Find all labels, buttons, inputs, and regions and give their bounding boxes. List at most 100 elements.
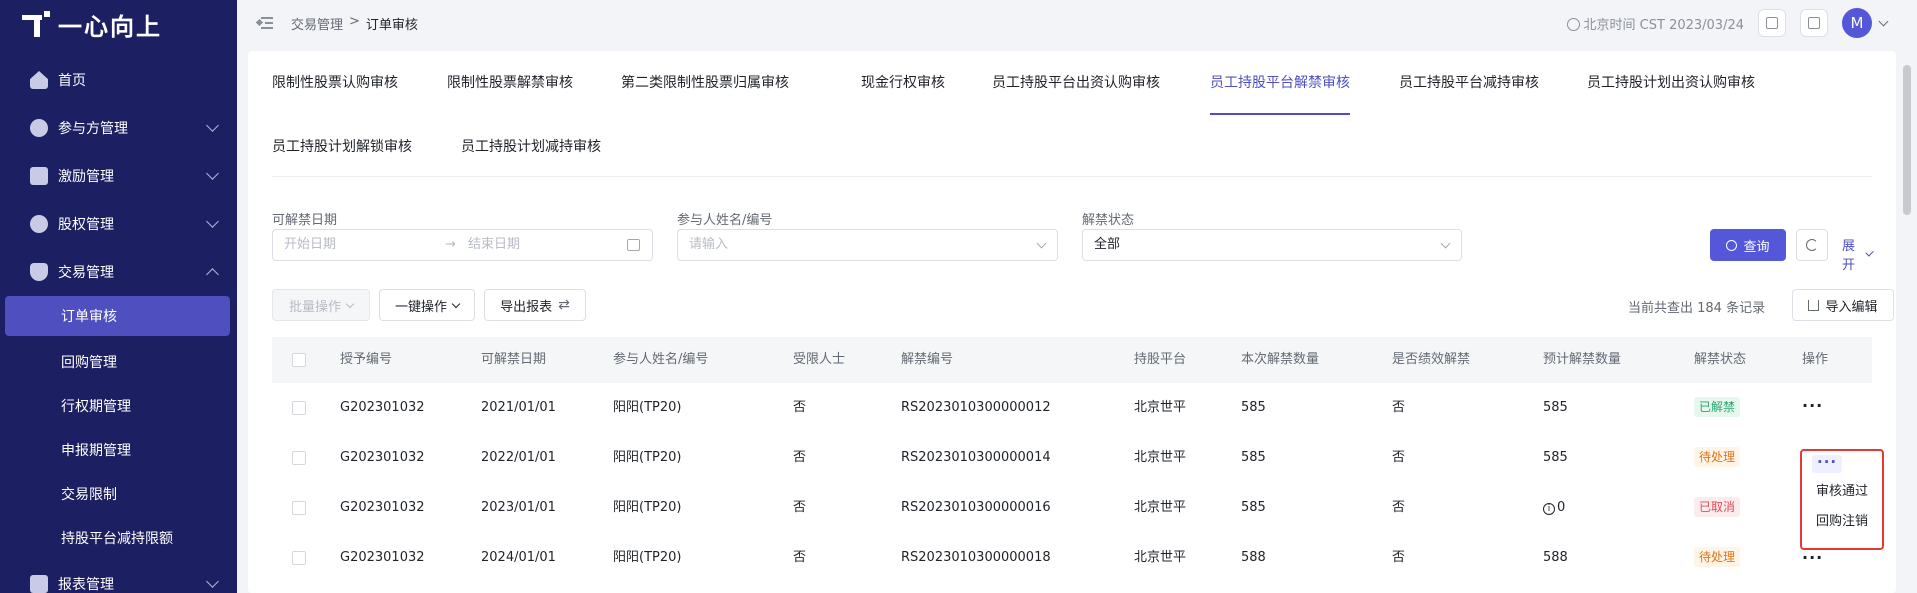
chevron-down-icon <box>345 299 355 308</box>
person-icon <box>30 119 48 137</box>
participant: 阳阳(TP20) <box>613 400 682 415</box>
batch-operation-button[interactable]: 批量操作 <box>272 289 370 321</box>
sidebar-item-equity[interactable]: 股权管理 <box>0 200 237 248</box>
tab-plan-subscription[interactable]: 员工持股计划出资认购审核 <box>1587 51 1755 115</box>
sidebar-nav: 首页 参与方管理 激励管理 股权管理 交易管理 订单审核 回购管理 行权期管理 … <box>0 56 237 593</box>
chevron-down-icon[interactable] <box>1878 16 1889 26</box>
performance-release: 否 <box>1392 500 1406 515</box>
select-all-checkbox[interactable] <box>292 353 306 367</box>
table-row[interactable]: G202301032 2021/01/01 阳阳(TP20) 否 RS20230… <box>272 383 1872 433</box>
more-actions-button-active[interactable]: ··· <box>1812 455 1843 473</box>
sidebar-item-participants[interactable]: 参与方管理 <box>0 104 237 152</box>
grant-no: G202301032 <box>340 550 425 565</box>
report-icon <box>30 575 48 593</box>
grant-no: G202301032 <box>340 400 425 415</box>
platform: 北京世平 <box>1134 550 1187 565</box>
tab-second-class-vesting[interactable]: 第二类限制性股票归属审核 <box>621 51 789 115</box>
sidebar-subitem-reduction-limits[interactable]: 持股平台减持限额 <box>0 516 237 560</box>
expand-label: 展开 <box>1842 239 1856 273</box>
clipboard-button[interactable] <box>1758 9 1786 37</box>
release-qty: 585 <box>1241 450 1266 465</box>
expand-button[interactable]: 展开 <box>1842 235 1874 273</box>
sidebar-subitem-declaration-period[interactable]: 申报期管理 <box>0 428 237 472</box>
shield-icon <box>30 263 48 281</box>
restricted: 否 <box>793 550 807 565</box>
release-no: RS2023010300000018 <box>901 550 1051 565</box>
sidebar-subitem-exercise-period[interactable]: 行权期管理 <box>0 384 237 428</box>
row-checkbox[interactable] <box>292 551 306 565</box>
one-click-operation-button[interactable]: 一键操作 <box>379 289 475 321</box>
row-checkbox[interactable] <box>292 501 306 515</box>
tab-platform-subscription[interactable]: 员工持股平台出资认购审核 <box>992 51 1160 115</box>
search-icon <box>1726 239 1738 251</box>
expected-qty: 585 <box>1543 450 1568 465</box>
expected-qty: 588 <box>1543 550 1568 565</box>
logo-icon <box>22 11 50 37</box>
table-row[interactable]: G202301032 2022/01/01 阳阳(TP20) 否 RS20230… <box>272 433 1872 483</box>
menu-item-approve[interactable]: 审核通过 <box>1804 477 1880 507</box>
reset-button[interactable] <box>1796 229 1828 261</box>
sidebar-item-label: 交易管理 <box>58 265 114 281</box>
sidebar-subitem-buyback[interactable]: 回购管理 <box>0 340 237 384</box>
sidebar-item-trading[interactable]: 交易管理 <box>0 248 237 296</box>
export-report-button[interactable]: 导出报表 ⇄ <box>484 289 586 321</box>
start-date-input[interactable]: 开始日期 <box>284 237 336 252</box>
collapse-sidebar-icon[interactable] <box>255 16 273 30</box>
row-checkbox[interactable] <box>292 401 306 415</box>
refresh-icon <box>1806 239 1818 251</box>
tab-platform-reduction[interactable]: 员工持股平台减持审核 <box>1399 51 1539 115</box>
sidebar-subitem-trade-limits[interactable]: 交易限制 <box>0 472 237 516</box>
query-button[interactable]: 查询 <box>1710 229 1786 261</box>
more-actions-button[interactable]: ··· <box>1802 383 1823 429</box>
avatar[interactable]: M <box>1842 8 1872 38</box>
sidebar-subitem-order-review[interactable]: 订单审核 <box>5 296 230 336</box>
batch-operation-label: 批量操作 <box>288 299 341 315</box>
top-header: 交易管理 > 订单审核 北京时间 CST 2023/03/24 M <box>237 0 1917 46</box>
record-count: 当前共查出 184 条记录 <box>1628 301 1766 316</box>
header-actions: 北京时间 CST 2023/03/24 M <box>1566 0 1889 46</box>
date-label: 可解禁日期 <box>272 213 338 228</box>
performance-release: 否 <box>1392 450 1406 465</box>
one-click-label: 一键操作 <box>394 299 447 315</box>
page-scrollbar[interactable] <box>1903 65 1911 215</box>
tab-restricted-release[interactable]: 限制性股票解禁审核 <box>447 51 573 115</box>
column-header: 本次解禁数量 <box>1241 352 1320 367</box>
participant: 阳阳(TP20) <box>613 550 682 565</box>
info-icon[interactable]: i <box>1543 503 1555 515</box>
row-checkbox[interactable] <box>292 451 306 465</box>
participant-label: 参与人姓名/编号 <box>677 213 773 228</box>
table-row[interactable]: G202301032 2024/01/01 阳阳(TP20) 否 RS20230… <box>272 533 1872 583</box>
date-range-picker[interactable]: 开始日期 → 结束日期 <box>272 229 653 261</box>
tab-plan-reduction[interactable]: 员工持股计划减持审核 <box>461 115 601 179</box>
query-label: 查询 <box>1743 239 1770 255</box>
import-edit-button[interactable]: 导入编辑 <box>1792 289 1894 321</box>
column-header: 持股平台 <box>1134 352 1187 367</box>
sidebar-item-home[interactable]: 首页 <box>0 56 237 104</box>
column-header: 参与人姓名/编号 <box>613 352 709 367</box>
table-row[interactable]: G202301032 2023/01/01 阳阳(TP20) 否 RS20230… <box>272 483 1872 533</box>
breadcrumb-item[interactable]: 交易管理 <box>291 14 343 33</box>
tab-restricted-subscription[interactable]: 限制性股票认购审核 <box>272 51 398 115</box>
shirt-button[interactable] <box>1800 9 1828 37</box>
sidebar: 一心向上 首页 参与方管理 激励管理 股权管理 交易管理 订单审核 回购管理 行… <box>0 0 237 593</box>
status-select[interactable]: 全部 <box>1082 229 1462 261</box>
clipboard-icon <box>1766 17 1778 29</box>
actions-menu: 审核通过 回购注销 <box>1804 477 1880 537</box>
tab-platform-release[interactable]: 员工持股平台解禁审核 <box>1210 51 1350 115</box>
platform: 北京世平 <box>1134 450 1187 465</box>
participant: 阳阳(TP20) <box>613 450 682 465</box>
app-logo[interactable]: 一心向上 <box>0 0 237 48</box>
swap-icon: ⇄ <box>558 297 570 313</box>
restricted: 否 <box>793 400 807 415</box>
tab-cash-exercise[interactable]: 现金行权审核 <box>861 51 945 115</box>
menu-item-buyback-cancel[interactable]: 回购注销 <box>1804 507 1880 537</box>
column-header: 解禁状态 <box>1694 352 1747 367</box>
sidebar-item-incentives[interactable]: 激励管理 <box>0 152 237 200</box>
end-date-input[interactable]: 结束日期 <box>468 230 520 260</box>
sidebar-item-reports[interactable]: 报表管理 <box>0 560 237 593</box>
tab-plan-unlock[interactable]: 员工持股计划解锁审核 <box>272 115 412 179</box>
sidebar-item-label: 股权管理 <box>58 217 114 233</box>
expected-qty-cell: i0 <box>1543 483 1565 533</box>
release-qty: 588 <box>1241 550 1266 565</box>
participant-select[interactable]: 请输入 <box>677 229 1058 261</box>
